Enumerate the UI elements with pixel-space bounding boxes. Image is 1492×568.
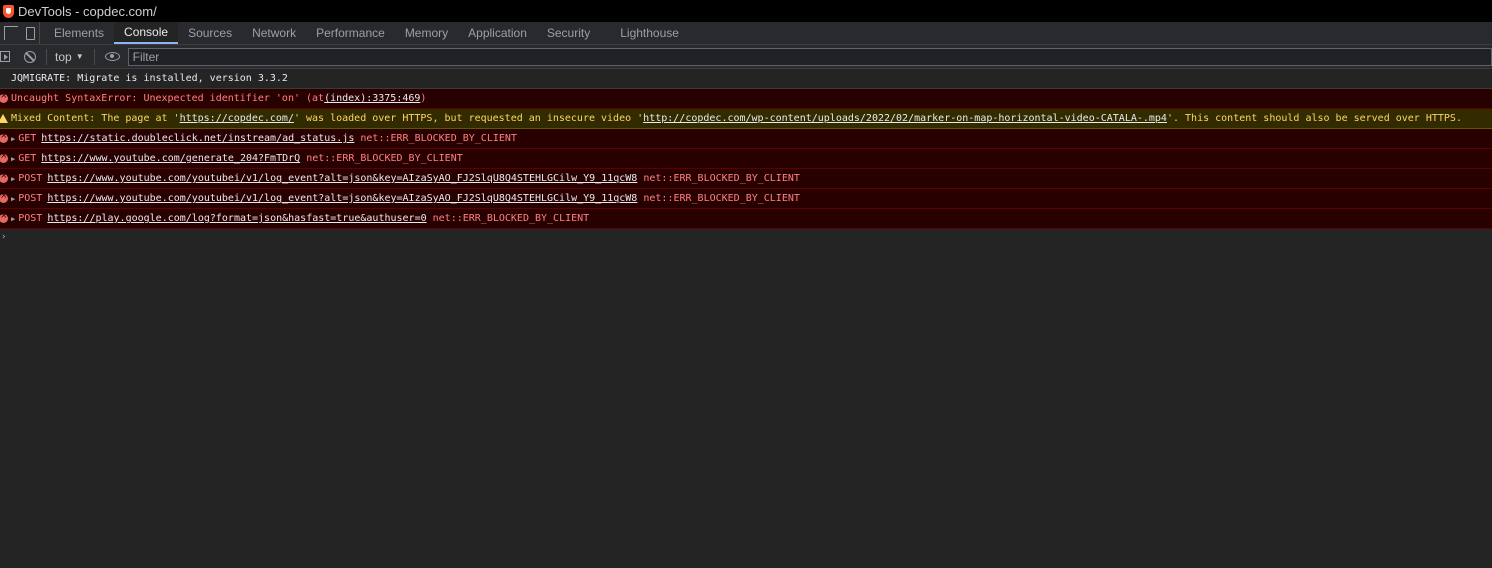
syntax-error-text: Uncaught SyntaxError: Unexpected identif… bbox=[11, 93, 325, 104]
mixed-text-3: '. This content should also be served ov… bbox=[1166, 113, 1462, 124]
devtools-tabbar: Elements Console Sources Network Perform… bbox=[0, 22, 1492, 45]
expand-triangle-icon[interactable]: ▶ bbox=[11, 155, 15, 163]
live-expression-eye-icon[interactable] bbox=[104, 52, 120, 61]
tab-console[interactable]: Console bbox=[114, 22, 179, 44]
request-url-link[interactable]: https://play.google.com/log?format=json&… bbox=[47, 213, 426, 224]
prompt-chevron-icon: › bbox=[1, 232, 7, 242]
expand-triangle-icon[interactable]: ▶ bbox=[11, 135, 15, 143]
toolbar-divider bbox=[46, 48, 47, 65]
warning-icon bbox=[0, 114, 8, 123]
error-icon bbox=[0, 151, 8, 163]
tab-network[interactable]: Network bbox=[242, 22, 306, 44]
console-messages: JQMIGRATE: Migrate is installed, version… bbox=[0, 69, 1492, 245]
tab-security[interactable]: Security bbox=[537, 22, 610, 44]
context-selector-label: top bbox=[55, 49, 72, 64]
video-url-link[interactable]: http://copdec.com/wp-content/uploads/202… bbox=[643, 113, 1167, 124]
tab-performance[interactable]: Performance bbox=[306, 22, 395, 44]
info-message-text: JQMIGRATE: Migrate is installed, version… bbox=[11, 73, 288, 84]
error-icon bbox=[0, 171, 8, 183]
show-sidebar-icon[interactable] bbox=[0, 51, 10, 62]
clear-console-icon[interactable] bbox=[24, 50, 36, 63]
expand-triangle-icon[interactable]: ▶ bbox=[11, 195, 15, 203]
error-icon bbox=[0, 191, 8, 203]
mixed-text-2: ' was loaded over HTTPS, but requested a… bbox=[293, 113, 644, 124]
toolbar-divider bbox=[93, 48, 95, 65]
request-method: GET bbox=[18, 153, 37, 164]
caret-down-icon: ▼ bbox=[75, 52, 84, 61]
error-icon bbox=[0, 131, 8, 143]
tab-application[interactable]: Application bbox=[458, 22, 537, 44]
request-url-link[interactable]: https://www.youtube.com/generate_204?FmT… bbox=[41, 153, 300, 164]
request-method: POST bbox=[18, 193, 43, 204]
request-method: POST bbox=[18, 173, 43, 184]
network-error-code: net::ERR_BLOCKED_BY_CLIENT bbox=[306, 153, 463, 164]
mixed-text-1: Mixed Content: The page at ' bbox=[11, 113, 180, 124]
tab-memory[interactable]: Memory bbox=[395, 22, 458, 44]
console-message-network-error[interactable]: ▶ GET https://static.doubleclick.net/ins… bbox=[0, 129, 1492, 149]
tab-sources[interactable]: Sources bbox=[178, 22, 242, 44]
network-error-code: net::ERR_BLOCKED_BY_CLIENT bbox=[360, 133, 517, 144]
expand-triangle-icon[interactable]: ▶ bbox=[11, 215, 15, 223]
console-message-syntax-error: Uncaught SyntaxError: Unexpected identif… bbox=[0, 89, 1492, 109]
window-titlebar: DevTools - copdec.com/ bbox=[0, 0, 1492, 22]
tabbar-tools bbox=[0, 22, 40, 44]
network-error-code: net::ERR_BLOCKED_BY_CLIENT bbox=[432, 213, 590, 224]
request-method: POST bbox=[18, 213, 43, 224]
network-error-code: net::ERR_BLOCKED_BY_CLIENT bbox=[643, 193, 800, 204]
window-title: DevTools - copdec.com/ bbox=[18, 3, 157, 19]
syntax-error-suffix: ) bbox=[420, 93, 427, 104]
page-url-link[interactable]: https://copdec.com/ bbox=[180, 113, 294, 124]
request-method: GET bbox=[18, 133, 37, 144]
tab-lighthouse[interactable]: Lighthouse bbox=[610, 22, 689, 44]
brave-logo-icon bbox=[3, 4, 14, 18]
filter-input[interactable] bbox=[127, 47, 1492, 66]
error-icon bbox=[0, 91, 8, 103]
tab-elements[interactable]: Elements bbox=[44, 22, 114, 44]
context-selector[interactable]: top ▼ bbox=[55, 50, 84, 64]
device-toolbar-icon[interactable] bbox=[26, 26, 35, 40]
request-url-link[interactable]: https://www.youtube.com/youtubei/v1/log_… bbox=[47, 173, 637, 184]
console-message-network-error[interactable]: ▶ POST https://play.google.com/log?forma… bbox=[0, 209, 1492, 229]
console-message-network-error[interactable]: ▶ GET https://www.youtube.com/generate_2… bbox=[0, 149, 1492, 169]
request-url-link[interactable]: https://static.doubleclick.net/instream/… bbox=[41, 133, 354, 144]
console-prompt[interactable]: › bbox=[0, 229, 1492, 245]
console-message-mixed-content: Mixed Content: The page at ' https://cop… bbox=[0, 109, 1492, 129]
inspect-element-icon[interactable] bbox=[4, 26, 18, 40]
network-error-code: net::ERR_BLOCKED_BY_CLIENT bbox=[643, 173, 800, 184]
console-toolbar: top ▼ bbox=[0, 45, 1492, 69]
source-link[interactable]: (index):3375:469 bbox=[324, 93, 420, 104]
console-message-network-error[interactable]: ▶ POST https://www.youtube.com/youtubei/… bbox=[0, 189, 1492, 209]
error-icon bbox=[0, 211, 8, 223]
request-url-link[interactable]: https://www.youtube.com/youtubei/v1/log_… bbox=[47, 193, 637, 204]
console-message-info: JQMIGRATE: Migrate is installed, version… bbox=[0, 69, 1492, 89]
expand-triangle-icon[interactable]: ▶ bbox=[11, 175, 15, 183]
console-message-network-error[interactable]: ▶ POST https://www.youtube.com/youtubei/… bbox=[0, 169, 1492, 189]
